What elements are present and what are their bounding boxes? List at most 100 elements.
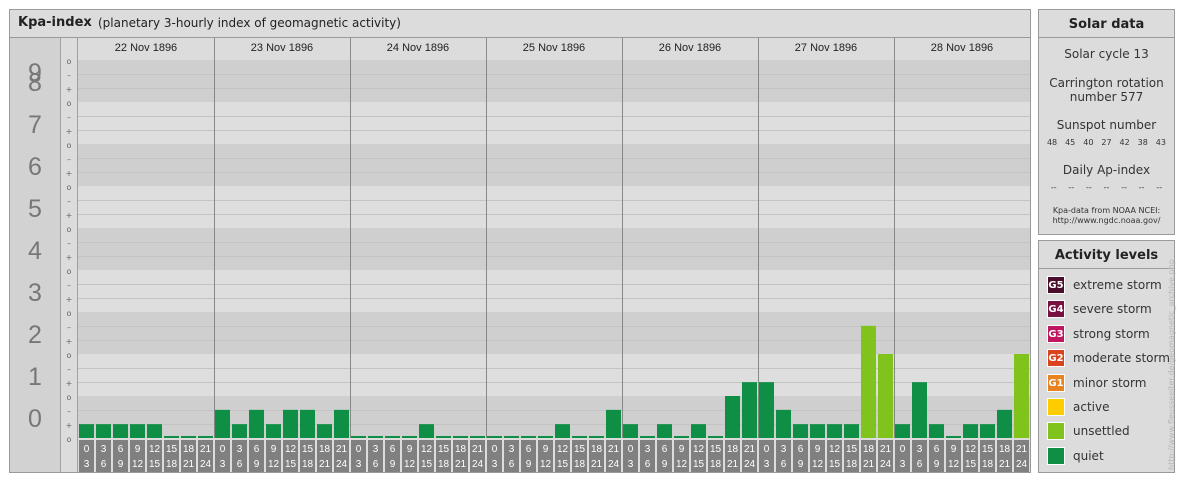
hour-end-label: 12 — [540, 459, 552, 470]
y-tick-label: 2 — [28, 321, 42, 349]
hour-end-label: 21 — [591, 459, 603, 470]
sub-tick-plus: + — [66, 253, 73, 262]
hour-start-label: 6 — [798, 444, 804, 455]
hour-start-label: 9 — [815, 444, 821, 455]
hour-start-label: 15 — [982, 444, 994, 455]
sunspot-value: 48 — [1046, 138, 1058, 147]
hour-start-label: 3 — [917, 444, 923, 455]
day-label: 22 Nov 1896 — [115, 42, 177, 54]
kp-bar — [606, 409, 621, 438]
level-band-5 — [78, 186, 1030, 228]
hour-end-label: 9 — [118, 459, 124, 470]
ap-value: -- — [1086, 183, 1092, 192]
sub-tick-o: o — [67, 141, 72, 150]
hour-start-label: 6 — [934, 444, 940, 455]
hour-start-label: 12 — [557, 444, 569, 455]
kp-bar — [963, 424, 978, 438]
hour-end-label: 24 — [608, 459, 620, 470]
hour-end-label: 21 — [999, 459, 1011, 470]
kp-bar — [810, 424, 825, 438]
hour-start-label: 18 — [455, 444, 467, 455]
kp-bar — [912, 382, 927, 438]
legend-item: G3 strong storm — [1047, 324, 1150, 344]
kp-bar — [759, 382, 774, 438]
kp-bar — [470, 436, 485, 438]
legend-item: unsettled — [1047, 421, 1130, 441]
legend-color-swatch: G2 — [1047, 349, 1065, 368]
kp-bar — [130, 424, 145, 438]
legend-item: quiet — [1047, 446, 1104, 466]
y-tick-label: 0 — [28, 405, 42, 433]
day-label: 25 Nov 1896 — [523, 42, 585, 54]
ap-value: -- — [1138, 183, 1145, 192]
solar-data-title: Solar data — [1039, 10, 1174, 38]
hour-end-label: 18 — [846, 459, 858, 470]
legend-item: G5 extreme storm — [1047, 275, 1162, 295]
hour-end-label: 6 — [101, 459, 107, 470]
hour-end-label: 3 — [900, 459, 906, 470]
carrington-rotation-line2: number 577 — [1069, 90, 1144, 104]
hour-start-label: 15 — [574, 444, 586, 455]
kp-bar — [878, 354, 893, 438]
hour-end-label: 3 — [220, 459, 226, 470]
hour-start-label: 15 — [302, 444, 314, 455]
hour-end-label: 6 — [917, 459, 923, 470]
hour-end-label: 3 — [84, 459, 90, 470]
legend-item: active — [1047, 397, 1109, 417]
hour-start-label: 12 — [965, 444, 977, 455]
kp-bar — [351, 436, 366, 438]
hour-start-label: 21 — [880, 444, 892, 455]
hour-end-label: 15 — [965, 459, 977, 470]
hour-start-label: 18 — [183, 444, 195, 455]
sub-tick-o: o — [67, 99, 72, 108]
sub-tick-o: o — [67, 435, 72, 444]
kp-bar — [793, 424, 808, 438]
hour-start-label: 15 — [710, 444, 722, 455]
hour-start-label: 9 — [271, 444, 277, 455]
sunspot-value: 38 — [1137, 138, 1148, 147]
hour-end-label: 24 — [200, 459, 212, 470]
legend-label: moderate storm — [1073, 351, 1170, 366]
hour-start-label: 18 — [591, 444, 603, 455]
hour-end-label: 21 — [319, 459, 331, 470]
hour-end-label: 9 — [798, 459, 804, 470]
sub-tick-minus: – — [67, 197, 71, 206]
hour-end-label: 24 — [1016, 459, 1028, 470]
level-band-7 — [78, 102, 1030, 144]
sunspot-value: 42 — [1119, 138, 1130, 147]
legend-color-swatch — [1047, 398, 1065, 416]
sunspot-values: 48 45 40 27 42 38 43 — [1039, 138, 1174, 147]
day-label: 26 Nov 1896 — [659, 42, 721, 54]
hour-start-label: 12 — [693, 444, 705, 455]
hour-end-label: 15 — [557, 459, 569, 470]
hour-start-label: 0 — [628, 444, 634, 455]
ap-value: -- — [1121, 183, 1127, 192]
sunspot-value: 43 — [1155, 138, 1166, 147]
kp-bar — [980, 424, 995, 438]
day-label: 24 Nov 1896 — [387, 42, 449, 54]
legend-label: strong storm — [1073, 326, 1150, 341]
legend-color-swatch — [1047, 422, 1065, 441]
kp-bar — [827, 424, 842, 438]
kp-bar — [538, 436, 553, 438]
legend-item: G4 severe storm — [1047, 299, 1152, 319]
hour-end-label: 15 — [829, 459, 841, 470]
kp-bar — [215, 409, 230, 438]
hour-end-label: 3 — [356, 459, 362, 470]
hour-end-label: 9 — [254, 459, 260, 470]
sub-tick-minus: – — [67, 365, 71, 374]
sub-tick-plus: + — [66, 127, 73, 136]
hour-end-label: 15 — [693, 459, 705, 470]
sub-tick-plus: + — [66, 211, 73, 220]
sub-tick-minus: – — [67, 323, 71, 332]
activity-levels-title: Activity levels — [1039, 241, 1174, 269]
ap-value: -- — [1103, 183, 1110, 192]
kp-bar — [657, 424, 672, 438]
day-label: 27 Nov 1896 — [795, 42, 857, 54]
hour-start-label: 15 — [438, 444, 450, 455]
sub-tick-plus: + — [66, 379, 73, 388]
level-band-3 — [78, 270, 1030, 312]
kp-bar — [640, 436, 655, 438]
kp-bar — [198, 436, 213, 438]
hour-end-label: 15 — [149, 459, 161, 470]
